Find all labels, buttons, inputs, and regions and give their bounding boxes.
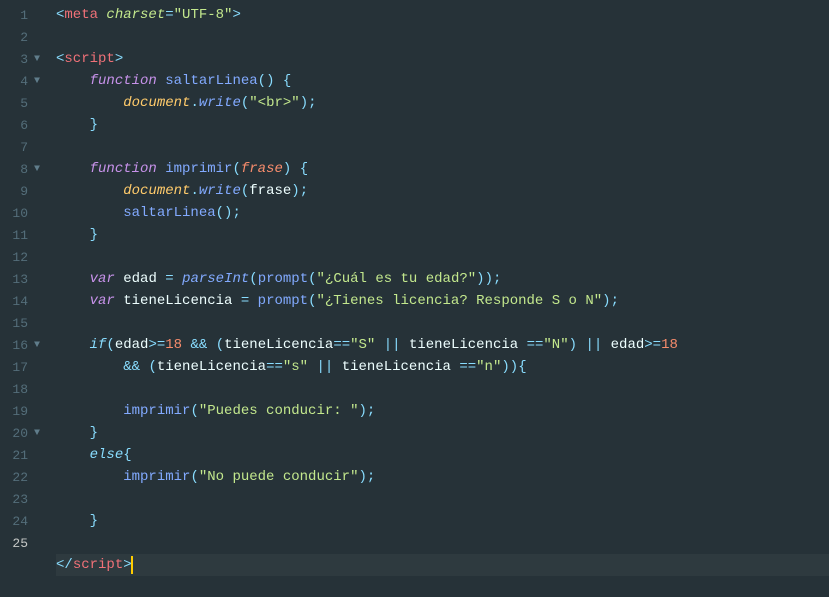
gutter-row: 10: [0, 202, 48, 224]
code-line[interactable]: [56, 26, 829, 48]
code-editor[interactable]: 1 2 3▼ 4▼ 5 6 7 8▼ 9 10 11 12 13 14 15 1…: [0, 0, 829, 597]
gutter-row: 23: [0, 488, 48, 510]
gutter-row: 12: [0, 246, 48, 268]
code-line[interactable]: imprimir("No puede conducir");: [56, 466, 829, 488]
gutter-row: 15: [0, 312, 48, 334]
code-line[interactable]: [56, 532, 829, 554]
gutter-row: 7: [0, 136, 48, 158]
code-line[interactable]: </script>: [56, 554, 829, 576]
gutter-row: 22: [0, 466, 48, 488]
gutter-row: 11: [0, 224, 48, 246]
code-line[interactable]: saltarLinea();: [56, 202, 829, 224]
gutter-row: 13: [0, 268, 48, 290]
code-line[interactable]: [56, 136, 829, 158]
cursor-icon: [131, 556, 133, 574]
code-line[interactable]: }: [56, 224, 829, 246]
gutter-row: 19: [0, 400, 48, 422]
gutter-row: 14: [0, 290, 48, 312]
code-line[interactable]: <meta charset="UTF-8">: [56, 4, 829, 26]
gutter-row: 3▼: [0, 48, 48, 70]
code-line[interactable]: imprimir("Puedes conducir: ");: [56, 400, 829, 422]
gutter: 1 2 3▼ 4▼ 5 6 7 8▼ 9 10 11 12 13 14 15 1…: [0, 0, 48, 597]
code-line[interactable]: var tieneLicencia = prompt("¿Tienes lice…: [56, 290, 829, 312]
gutter-row: 6: [0, 114, 48, 136]
code-line[interactable]: <script>: [56, 48, 829, 70]
gutter-row: 18: [0, 378, 48, 400]
gutter-row: 25: [0, 532, 48, 554]
code-line[interactable]: [56, 488, 829, 510]
code-area[interactable]: <meta charset="UTF-8"> <script> function…: [48, 0, 829, 597]
code-line[interactable]: document.write("<br>");: [56, 92, 829, 114]
code-line[interactable]: }: [56, 510, 829, 532]
code-line[interactable]: [56, 378, 829, 400]
gutter-row: 5: [0, 92, 48, 114]
gutter-row: 16▼: [0, 334, 48, 356]
code-line[interactable]: function saltarLinea() {: [56, 70, 829, 92]
gutter-row: 20▼: [0, 422, 48, 444]
gutter-row: 9: [0, 180, 48, 202]
gutter-row: 8▼: [0, 158, 48, 180]
code-line-wrap[interactable]: && (tieneLicencia=="s" || tieneLicencia …: [56, 356, 829, 378]
code-line[interactable]: else{: [56, 444, 829, 466]
gutter-row: 21: [0, 444, 48, 466]
code-line[interactable]: [56, 312, 829, 334]
gutter-row: 2: [0, 26, 48, 48]
code-line[interactable]: var edad = parseInt(prompt("¿Cuál es tu …: [56, 268, 829, 290]
code-line[interactable]: document.write(frase);: [56, 180, 829, 202]
gutter-row: 4▼: [0, 70, 48, 92]
code-line[interactable]: }: [56, 422, 829, 444]
code-line[interactable]: [56, 246, 829, 268]
code-line[interactable]: }: [56, 114, 829, 136]
code-line[interactable]: function imprimir(frase) {: [56, 158, 829, 180]
gutter-row: 24: [0, 510, 48, 532]
gutter-row: 17: [0, 356, 48, 378]
gutter-row: 1: [0, 4, 48, 26]
code-line[interactable]: if(edad>=18 && (tieneLicencia=="S" || ti…: [56, 334, 829, 356]
